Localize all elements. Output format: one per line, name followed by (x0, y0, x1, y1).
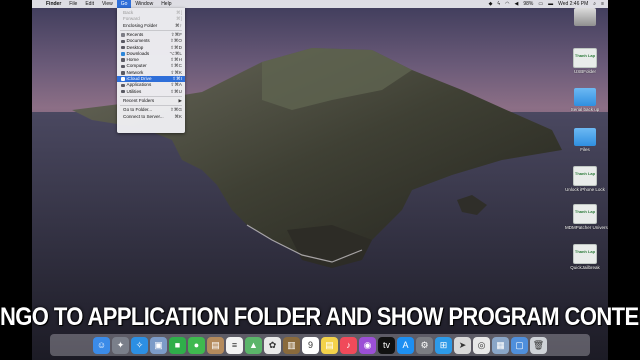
app-badge-text: Thanh Lap (574, 171, 596, 176)
downloads-icon (121, 52, 125, 56)
desktop-icon-label: Files (580, 147, 590, 152)
menu-file[interactable]: File (65, 0, 81, 8)
screen: Finder File Edit View Go Window Help ◆ ϟ… (0, 0, 640, 360)
app-badge-text: Thanh Lap (574, 209, 596, 214)
desktop-icon-label: MDMPatcher Universal (565, 225, 608, 230)
menu-item-label: Recent Folders (123, 97, 155, 103)
dock-tv-icon[interactable]: tv (378, 336, 395, 354)
dock-launchpad-icon[interactable]: ✦ (112, 336, 129, 354)
desktop-icon-mdmpatcher-universal[interactable]: Thanh Lap MDMPatcher Universal (565, 204, 608, 230)
desktop-icon-quickjailbreak[interactable]: Thanh Lap QuickJailbreak (565, 244, 605, 270)
menu-item-label: Utilities (126, 88, 142, 94)
desktop-icon-label: Unlock iPhone Lock (565, 187, 605, 192)
dock-contacts-icon[interactable]: ▤ (207, 336, 224, 354)
network-icon (121, 71, 125, 75)
dock-chrome-icon[interactable]: ◎ (473, 336, 490, 354)
go-menu-item-connect-to-server[interactable]: Connect to Server... ⌘K (117, 114, 185, 120)
status-area: ◆ ϟ ◠ ◀ 98% ▭ ▬ Wed 2:46 PM ⌕ ≡ (489, 0, 604, 8)
dock-finder-icon[interactable]: ☺ (93, 336, 110, 354)
dock-finder-window-icon[interactable]: ▢ (511, 336, 528, 354)
status-volume-icon[interactable]: ◀ (514, 1, 518, 7)
dock-app-store-icon[interactable]: A (397, 336, 414, 354)
app-icon: Thanh Lap (573, 48, 597, 68)
disk-icon (574, 8, 596, 26)
go-menu-dropdown: Back ⌘[Forward ⌘] Enclosing Folder ⌘↑ Recents… (117, 8, 185, 133)
dock-photos-icon[interactable]: ✿ (264, 336, 281, 354)
app-badge-text: Thanh Lap (574, 249, 596, 254)
app-badge-text: Thanh Lap (574, 53, 596, 58)
status-wifi-icon[interactable]: ◠ (505, 1, 509, 7)
go-menu-item-enclosing-folder[interactable]: Enclosing Folder ⌘↑ (117, 23, 185, 29)
dock-trash-icon[interactable]: 🗑 (530, 336, 547, 354)
desktop-icon-usbfolder[interactable]: Thanh Lap USBFolder (565, 48, 605, 74)
app-icon: Thanh Lap (573, 244, 597, 264)
dock-utility-app-icon[interactable]: ⊞ (435, 336, 452, 354)
dock-stickies-icon[interactable]: ▤ (321, 336, 338, 354)
utilities-icon (121, 89, 125, 94)
menu-view[interactable]: View (98, 0, 117, 8)
dock-preview-icon[interactable]: ▣ (150, 336, 167, 354)
go-menu-item-utilities[interactable]: Utilities ⇧⌘U (117, 89, 185, 95)
desktop-icon-unlock-iphone-lock[interactable]: Thanh Lap Unlock iPhone Lock (565, 166, 605, 192)
status-bolt-icon[interactable]: ϟ (497, 1, 500, 7)
computer-icon (121, 64, 125, 69)
menu-finder[interactable]: Finder (42, 0, 65, 8)
icloud-drive-icon (121, 77, 125, 81)
menu-separator (120, 95, 182, 97)
dock-image-app-icon[interactable]: ▦ (492, 336, 509, 354)
app-icon: Thanh Lap (573, 166, 597, 186)
desktop-icon-drive[interactable] (565, 8, 605, 27)
menu-item-shortcut: ▶ (178, 97, 182, 103)
folder-icon (574, 88, 596, 106)
desktop-icon-serial-back-up[interactable]: Serial back up (565, 88, 605, 112)
go-menu-item-recent-folders[interactable]: Recent Folders ▶ (117, 98, 185, 104)
flag-icon[interactable]: ▬ (548, 1, 553, 7)
menu-bar: Finder File Edit View Go Window Help ◆ ϟ… (32, 0, 608, 8)
desktop-icon-label: USBFolder (573, 69, 596, 74)
folder-icon (574, 128, 596, 146)
home-icon (121, 58, 125, 62)
app-icon: Thanh Lap (573, 204, 597, 224)
menu-item-label: Enclosing Folder (123, 22, 158, 28)
desktop-icon (121, 45, 125, 50)
control-center-icon[interactable]: ≡ (601, 1, 604, 7)
dock-system-preferences-icon[interactable]: ⚙ (416, 336, 433, 354)
battery-icon[interactable]: ▭ (538, 1, 543, 7)
desktop-icon-files[interactable]: Files (565, 128, 605, 152)
dock-calendar-icon[interactable]: 9 (302, 336, 319, 354)
dock-reminders-icon[interactable]: ≡ (226, 336, 243, 354)
menu-item-shortcut: ⌘K (174, 113, 182, 119)
menu-window[interactable]: Window (131, 0, 157, 8)
menu-go[interactable]: Go (116, 0, 132, 8)
dock-facetime-icon[interactable]: ■ (169, 336, 186, 354)
dock-music-icon[interactable]: ♪ (340, 336, 357, 354)
spotlight-icon[interactable]: ⌕ (593, 1, 596, 7)
menu-separator (120, 105, 182, 107)
recents-icon (121, 33, 125, 37)
dock-pointer-app-icon[interactable]: ➤ (454, 336, 471, 354)
dock-maps-icon[interactable]: ▲ (245, 336, 262, 354)
dock: ☺ ✦ ✧ ▣ ■ ● ▤ ≡ ▲ ✿ ▥ 9 ▤ ♪ ◉ tv A ⚙ ⊞ ➤ ◎ ▦ ▢ 🗑 (50, 334, 590, 356)
menu-item-shortcut: ⇧⌘U (170, 88, 182, 94)
menu-edit[interactable]: Edit (81, 0, 98, 8)
desktop-icon-label: QuickJailbreak (570, 265, 600, 270)
menu-help[interactable]: Help (157, 0, 175, 8)
status-shield-icon[interactable]: ◆ (489, 1, 493, 7)
dock-safari-icon[interactable]: ✧ (131, 336, 148, 354)
menu-item-shortcut: ⌘↑ (175, 22, 182, 28)
documents-icon (121, 39, 125, 44)
dock-messages-icon[interactable]: ● (188, 336, 205, 354)
menu-item-label: Connect to Server... (123, 113, 164, 119)
applications-icon (121, 83, 125, 88)
desktop-icon-label: Serial back up (570, 107, 600, 112)
dock-notes-icon[interactable]: ▥ (283, 336, 300, 354)
menu-separator (120, 29, 182, 31)
dock-podcasts-icon[interactable]: ◉ (359, 336, 376, 354)
video-caption: NGO TO APPLICATION FOLDER AND SHOW PROGR… (0, 302, 640, 331)
battery-percent[interactable]: 98% (523, 1, 533, 7)
menu-clock[interactable]: Wed 2:46 PM (558, 1, 588, 7)
